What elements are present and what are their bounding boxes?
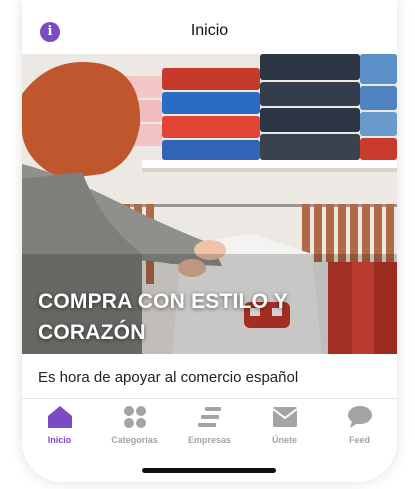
subtitle: Es hora de apoyar al comercio español (38, 369, 299, 386)
grid-icon (123, 406, 146, 428)
tab-feed[interactable]: Feed (322, 399, 397, 451)
tab-bar: Inicio Categorías Empresas Únete Feed (22, 399, 397, 451)
chat-icon (347, 406, 372, 428)
phone-screen: i Inicio COMPRA CON ESTILO Y CORAZÓN Es … (22, 0, 397, 482)
tab-categorias[interactable]: Categorías (97, 399, 172, 451)
tab-inicio[interactable]: Inicio (22, 399, 97, 451)
tab-unete[interactable]: Únete (247, 399, 322, 451)
top-bar: i Inicio (22, 0, 397, 54)
list-icon (197, 407, 221, 427)
home-icon (47, 406, 72, 428)
tab-empresas[interactable]: Empresas (172, 399, 247, 451)
mail-icon (271, 407, 298, 427)
hero-caption: COMPRA CON ESTILO Y CORAZÓN (38, 290, 288, 344)
tab-label: Inicio (47, 435, 72, 445)
hero-banner[interactable]: COMPRA CON ESTILO Y CORAZÓN (22, 54, 397, 354)
tab-label: Empresas (187, 435, 232, 445)
page-title: Inicio (190, 22, 229, 39)
tab-label: Feed (348, 435, 370, 445)
tab-label: Únete (271, 435, 297, 445)
tab-label: Categorías (111, 435, 158, 445)
home-indicator (142, 468, 276, 473)
